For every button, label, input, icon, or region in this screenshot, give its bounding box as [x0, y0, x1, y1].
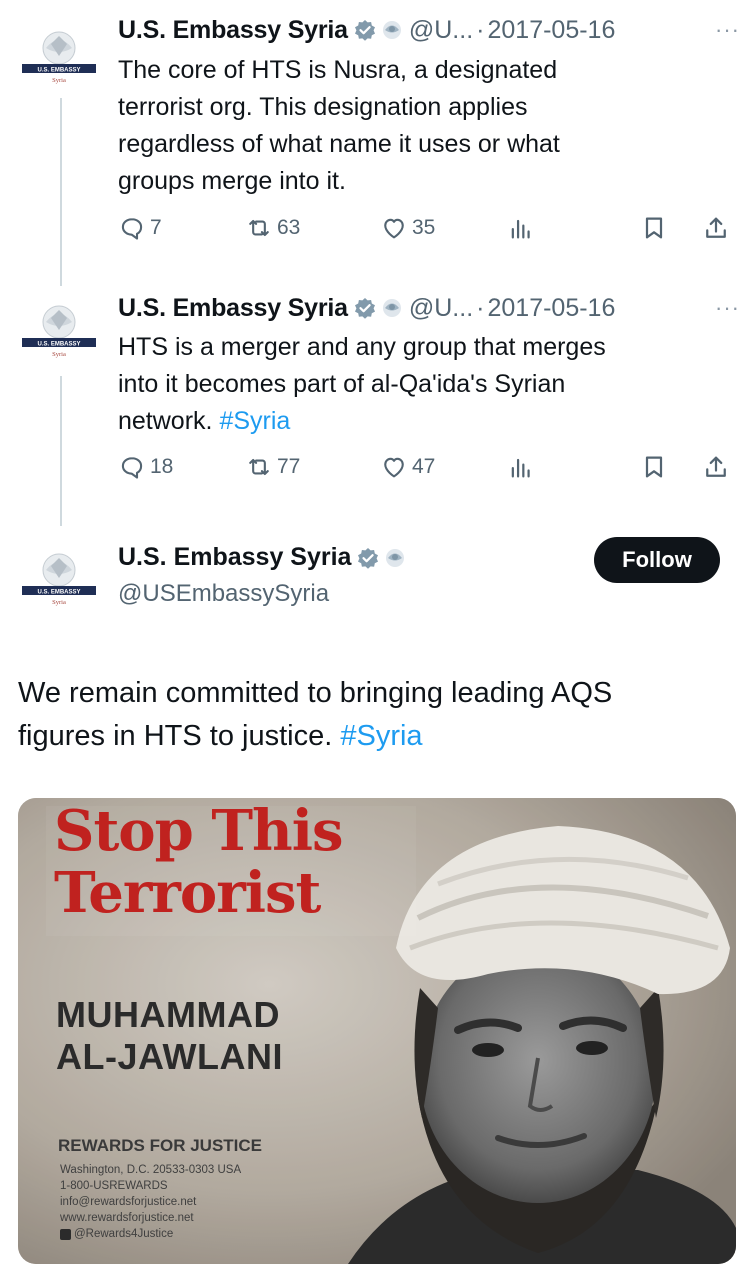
avatar[interactable]: U.S. EMBASSY Syria: [18, 300, 100, 372]
poster-social-line: @Rewards4Justice: [60, 1228, 173, 1240]
like-button[interactable]: 47: [380, 453, 435, 481]
twitter-icon: [60, 1228, 71, 1240]
verified-badge-icon: [354, 19, 376, 41]
hashtag-link[interactable]: #Syria: [219, 407, 290, 435]
like-count: 47: [412, 455, 436, 478]
government-seal-icon: [383, 546, 407, 570]
embassy-seal-icon: U.S. EMBASSY Syria: [22, 305, 96, 358]
poster-name-line: AL-JAWLANI: [56, 1036, 283, 1077]
author-name[interactable]: U.S. Embassy Syria: [118, 543, 351, 572]
views-icon[interactable]: [507, 453, 535, 486]
reply-count: 18: [150, 455, 174, 478]
retweet-count: 77: [277, 455, 301, 478]
embassy-seal-icon: U.S. EMBASSY Syria: [22, 31, 96, 84]
tweet-actions: 18 77 47: [118, 453, 738, 487]
reply-icon: [121, 218, 143, 240]
follow-button[interactable]: Follow: [594, 537, 720, 583]
svg-text:U.S. EMBASSY: U.S. EMBASSY: [37, 68, 80, 74]
thread-line: [60, 376, 62, 526]
main-author-row: U.S. Embassy Syria: [118, 543, 407, 572]
poster-contact-line: Washington, D.C. 20533-0303 USA: [60, 1164, 242, 1176]
tweet-text-line: figures in HTS to justice. #Syria: [18, 715, 718, 758]
tweet-text-line: groups merge into it.: [118, 167, 346, 195]
author-handle[interactable]: @USEmbassySyria: [118, 580, 329, 608]
like-count: 35: [412, 216, 436, 239]
tweet-media-image[interactable]: Stop This Terrorist MUHAMMAD AL-JAWLANI …: [18, 798, 736, 1264]
separator-dot: ·: [476, 16, 485, 44]
like-icon: [384, 218, 404, 239]
tweet-text: The core of HTS is Nusra, a designated t…: [118, 52, 718, 200]
tweet-text-line: regardless of what name it uses or what: [118, 130, 560, 158]
reply-button[interactable]: 18: [118, 453, 173, 481]
author-name[interactable]: U.S. Embassy Syria: [118, 293, 348, 323]
tweet-date[interactable]: 2017-05-16: [487, 15, 615, 45]
share-icon[interactable]: [702, 214, 730, 247]
reply-icon: [121, 457, 143, 479]
tweet-date[interactable]: 2017-05-16: [487, 293, 615, 323]
like-icon: [384, 457, 404, 478]
retweet-icon: [249, 458, 269, 476]
hashtag-link[interactable]: #Syria: [340, 720, 422, 752]
poster-contact-line: info@rewardsforjustice.net: [60, 1196, 197, 1208]
svg-text:Syria: Syria: [52, 599, 66, 606]
poster-subject-name: MUHAMMAD AL-JAWLANI: [56, 994, 283, 1078]
tweet-text-line: terrorist org. This designation applies: [118, 93, 528, 121]
government-seal-icon: [380, 296, 404, 320]
avatar[interactable]: U.S. EMBASSY Syria: [18, 26, 100, 98]
avatar[interactable]: U.S. EMBASSY Syria: [18, 548, 100, 620]
more-options-icon[interactable]: ···: [715, 17, 740, 43]
bookmark-icon[interactable]: [640, 453, 668, 486]
tweet-text-line: network. #Syria: [118, 403, 718, 440]
svg-text:U.S. EMBASSY: U.S. EMBASSY: [37, 590, 80, 596]
retweet-icon: [249, 219, 269, 237]
poster-name-line: MUHAMMAD: [56, 994, 280, 1035]
retweet-button[interactable]: 77: [245, 453, 300, 481]
more-options-icon[interactable]: ···: [715, 295, 740, 321]
tweet-text-line: We remain committed to bringing leading …: [18, 677, 613, 709]
retweet-count: 63: [277, 216, 301, 239]
bookmark-icon[interactable]: [640, 214, 668, 247]
tweet-actions: 7 63 35: [118, 214, 738, 248]
verified-badge-icon: [354, 297, 376, 319]
tweet-text-segment: network.: [118, 407, 220, 435]
poster-title: Stop This Terrorist: [54, 800, 343, 924]
svg-text:Syria: Syria: [52, 77, 66, 84]
poster-org: REWARDS FOR JUSTICE: [58, 1136, 263, 1155]
tweet-header: U.S. Embassy Syria @U... · 2017-05-16: [118, 293, 615, 323]
tweet-text-line: into it becomes part of al-Qa'ida's Syri…: [118, 370, 566, 398]
poster-contact-line: www.rewardsforjustice.net: [60, 1212, 194, 1224]
separator-dot: ·: [476, 294, 485, 322]
poster-contact-line: 1-800-USREWARDS: [60, 1180, 168, 1192]
government-seal-icon: [380, 18, 404, 42]
poster-title-line: Stop This: [54, 798, 343, 864]
tweet-text-segment: figures in HTS to justice.: [18, 720, 341, 752]
thread-line: [60, 98, 62, 286]
tweet-text-line: The core of HTS is Nusra, a designated: [118, 56, 558, 84]
svg-text:U.S. EMBASSY: U.S. EMBASSY: [37, 342, 80, 348]
like-button[interactable]: 35: [380, 214, 435, 242]
embassy-seal-icon: U.S. EMBASSY Syria: [22, 553, 96, 606]
poster-social-handle: @Rewards4Justice: [74, 1228, 174, 1240]
main-tweet-text: We remain committed to bringing leading …: [18, 672, 718, 758]
author-handle[interactable]: @U...: [409, 293, 473, 323]
tweet-header: U.S. Embassy Syria @U... · 2017-05-16: [118, 15, 615, 45]
author-handle[interactable]: @U...: [409, 15, 473, 45]
retweet-button[interactable]: 63: [245, 214, 300, 242]
reply-count: 7: [150, 216, 162, 239]
poster-title-line: Terrorist: [54, 860, 321, 926]
share-icon[interactable]: [702, 453, 730, 486]
author-name[interactable]: U.S. Embassy Syria: [118, 15, 348, 45]
views-icon[interactable]: [507, 214, 535, 247]
tweet-text-line: HTS is a merger and any group that merge…: [118, 333, 606, 361]
verified-badge-icon: [357, 547, 379, 569]
tweet-text: HTS is a merger and any group that merge…: [118, 329, 718, 440]
reply-button[interactable]: 7: [118, 214, 162, 242]
svg-text:Syria: Syria: [52, 351, 66, 358]
